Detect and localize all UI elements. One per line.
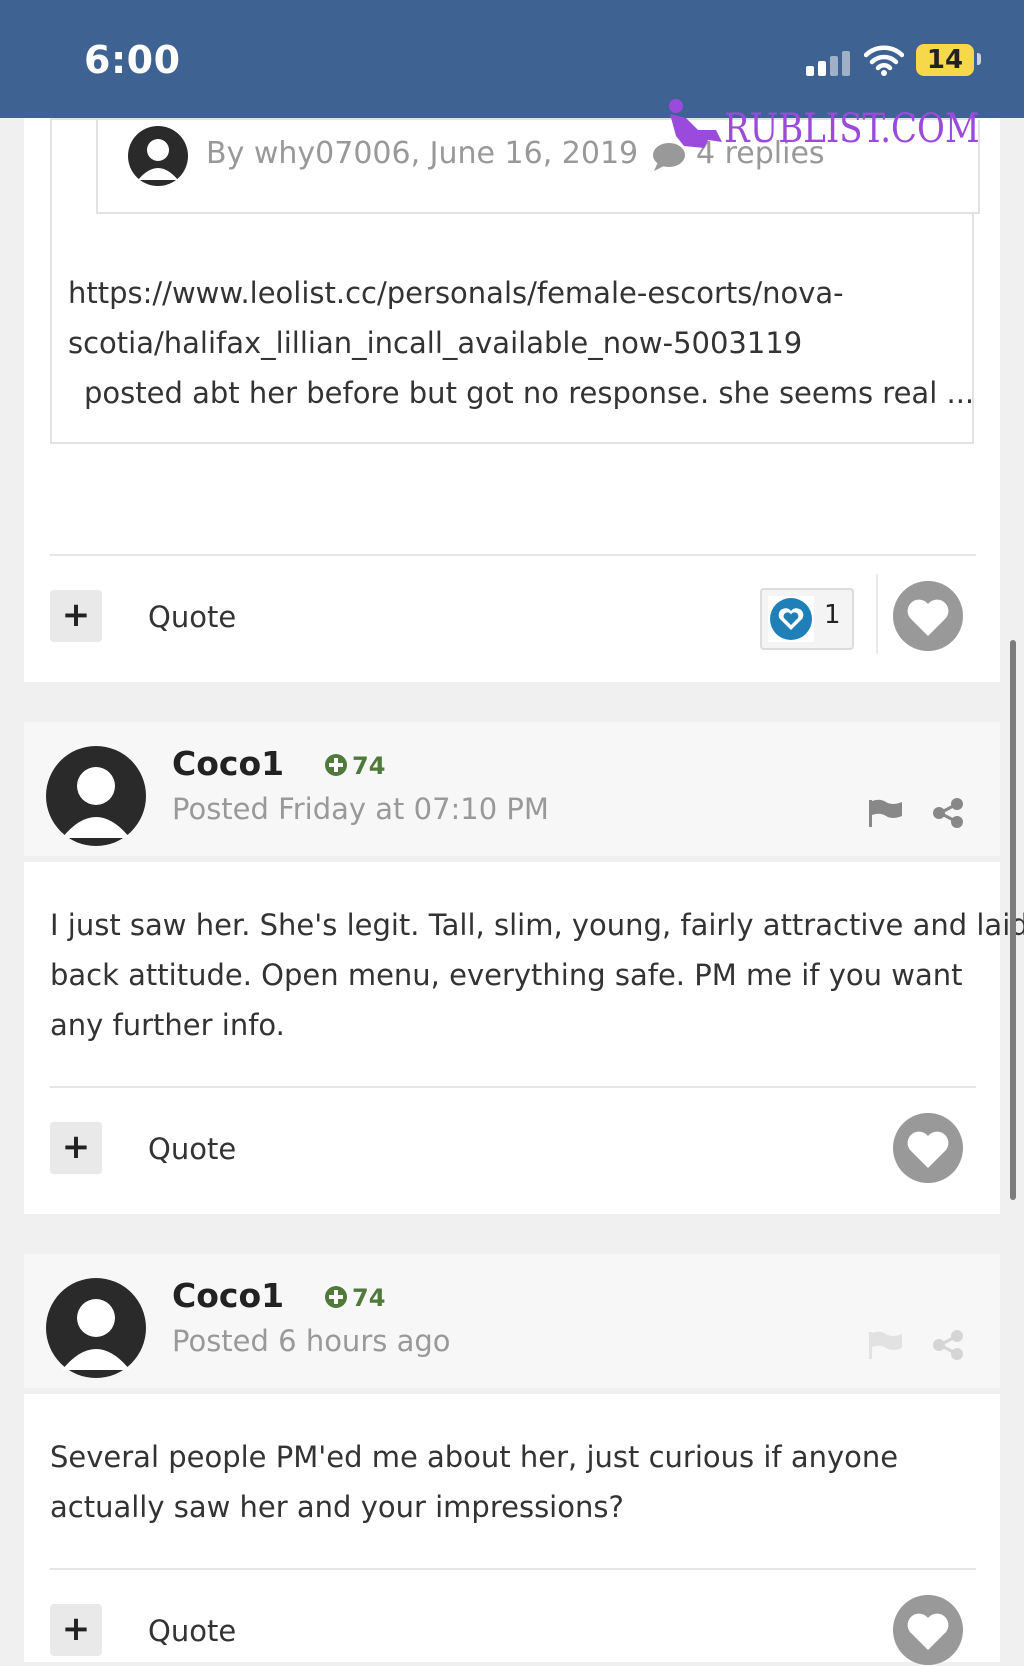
wifi-icon	[864, 45, 904, 76]
avatar-icon[interactable]	[46, 1278, 146, 1378]
reputation-count: 74	[352, 1284, 386, 1312]
divider	[50, 554, 976, 556]
signal-icon	[806, 51, 854, 76]
post-card-1: By why07006, June 16, 2019 4 replies htt…	[24, 118, 1000, 682]
status-time: 6:00	[84, 38, 181, 82]
post-body-3: Several people PM'ed me about her, just …	[24, 1394, 1000, 1665]
avatar-icon	[128, 126, 188, 186]
share-icon[interactable]	[932, 798, 964, 828]
quoted-embed[interactable]: By why07006, June 16, 2019 4 replies htt…	[50, 118, 980, 444]
watermark-text: RUBLIST.COM	[724, 106, 980, 152]
reaction-count: 1	[824, 600, 841, 630]
embed-author-line: By why07006, June 16, 2019	[206, 136, 639, 171]
heart-icon	[768, 596, 814, 642]
post-line: actually saw her and your impressions?	[50, 1490, 624, 1524]
flag-icon[interactable]	[868, 798, 904, 828]
flag-icon[interactable]	[868, 1330, 904, 1360]
multiquote-button[interactable]: +	[50, 1604, 102, 1656]
embed-text: https://www.leolist.cc/personals/female-…	[68, 268, 975, 418]
like-icon[interactable]	[892, 580, 964, 652]
quote-button[interactable]: Quote	[148, 600, 236, 634]
battery-level: 14	[926, 45, 964, 75]
post-content: Several people PM'ed me about her, just …	[50, 1432, 980, 1532]
multiquote-button[interactable]: +	[50, 590, 102, 642]
scrollbar[interactable]	[1010, 640, 1016, 1200]
post-date[interactable]: Posted 6 hours ago	[172, 1324, 451, 1358]
reaction-badge[interactable]: 1	[760, 588, 854, 650]
reputation-count: 74	[352, 752, 386, 780]
post-line: any further info.	[50, 1008, 285, 1042]
post-content: I just saw her. She's legit. Tall, slim,…	[50, 900, 1024, 1050]
post-line: Several people PM'ed me about her, just …	[50, 1440, 899, 1474]
watermark-figure-icon	[669, 99, 722, 148]
quote-button[interactable]: Quote	[148, 1614, 236, 1648]
embed-line[interactable]: scotia/halifax_lillian_incall_available_…	[68, 318, 948, 368]
multiquote-button[interactable]: +	[50, 1122, 102, 1174]
divider	[50, 1568, 976, 1570]
post-author[interactable]: Coco1	[172, 744, 284, 783]
embed-line[interactable]: https://www.leolist.cc/personals/female-…	[68, 268, 948, 318]
post-line: back attitude. Open menu, everything saf…	[50, 958, 963, 992]
reputation-plus-icon	[325, 754, 347, 776]
separator	[876, 574, 878, 654]
embed-line: posted abt her before but got no respons…	[84, 376, 975, 410]
post-author[interactable]: Coco1	[172, 1276, 284, 1315]
post-body-2: I just saw her. She's legit. Tall, slim,…	[24, 862, 1024, 1214]
reputation-badge: 74	[324, 752, 385, 780]
status-bar: 6:00 14	[0, 0, 1024, 118]
post-header-2: Coco1 74 Posted Friday at 07:10 PM	[24, 722, 1000, 856]
battery-nub	[977, 53, 981, 65]
reputation-plus-icon	[325, 1286, 347, 1308]
like-icon[interactable]	[892, 1594, 964, 1666]
avatar-icon[interactable]	[46, 746, 146, 846]
share-icon[interactable]	[932, 1330, 964, 1360]
post-header-3: Coco1 74 Posted 6 hours ago	[24, 1254, 1000, 1388]
post-date[interactable]: Posted Friday at 07:10 PM	[172, 792, 549, 826]
divider	[50, 1086, 976, 1088]
battery-icon: 14	[916, 44, 974, 76]
post-line: I just saw her. She's legit. Tall, slim,…	[50, 908, 1024, 942]
quote-button[interactable]: Quote	[148, 1132, 236, 1166]
reputation-badge: 74	[324, 1284, 385, 1312]
like-icon[interactable]	[892, 1112, 964, 1184]
